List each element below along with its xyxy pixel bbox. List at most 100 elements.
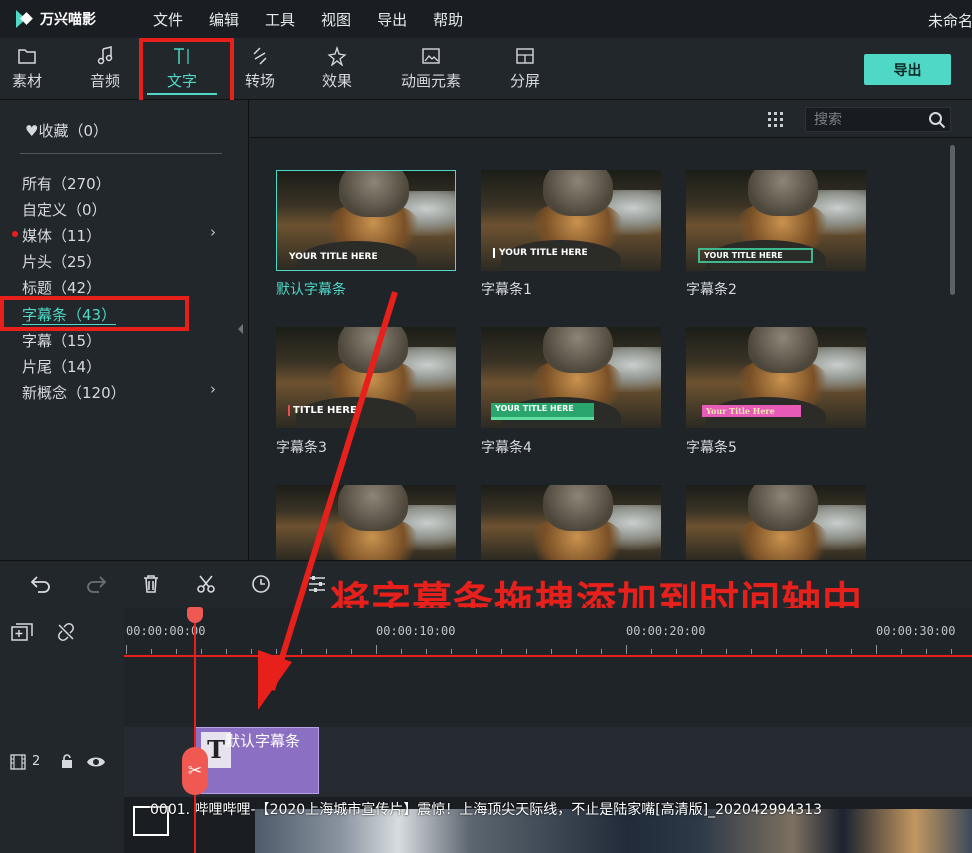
category-media[interactable]: 媒体（11） (22, 225, 101, 246)
template-thumb-5[interactable]: Your Title Here (686, 327, 866, 428)
undo-icon[interactable] (30, 574, 52, 598)
ruler-tick (351, 649, 352, 654)
template-thumb-3[interactable]: TITLE HERE (276, 327, 456, 428)
split-screen-icon (490, 44, 560, 68)
menu-export[interactable]: 导出 (364, 9, 420, 30)
add-track-icon[interactable] (11, 623, 35, 647)
category-label: 自定义（0） (22, 201, 107, 219)
thumb-caption: TITLE HERE (288, 405, 357, 416)
music-note-icon (70, 44, 140, 68)
app-window: 万兴喵影 文件 编辑 工具 视图 导出 帮助 未命名: 素材 音频 文字 转场 (0, 0, 972, 853)
export-button[interactable]: 导出 (864, 54, 951, 85)
menu-help[interactable]: 帮助 (420, 9, 476, 30)
favorites-label: 收藏（0） (38, 122, 108, 140)
ruler-tick (726, 649, 727, 654)
tab-label: 转场 (244, 72, 275, 90)
template-label: 字幕条3 (276, 440, 327, 456)
playhead-scissors-icon[interactable]: ✂ (182, 747, 208, 795)
search-icon[interactable] (928, 111, 946, 133)
category-custom[interactable]: 自定义（0） (22, 199, 107, 220)
eye-visibility-icon[interactable] (86, 754, 106, 773)
ruler-time-label: 00:00:10:00 (376, 624, 456, 638)
effects-sparkle-icon (302, 44, 372, 68)
collapse-panel-icon[interactable] (238, 324, 243, 334)
main-menu: 文件 编辑 工具 视图 导出 帮助 (140, 9, 476, 30)
menu-file[interactable]: 文件 (140, 9, 196, 30)
template-label: 字幕条5 (686, 440, 737, 456)
category-label: 新概念（120） (22, 384, 126, 402)
template-label: 字幕条1 (481, 282, 532, 298)
tab-split-screen[interactable]: 分屏 (490, 44, 560, 91)
category-label: 标题（42） (22, 279, 102, 297)
ruler-tick (201, 649, 202, 654)
tab-effects[interactable]: 效果 (302, 44, 372, 91)
category-subtitles[interactable]: 字幕（15） (22, 330, 101, 351)
ruler-tick (751, 649, 752, 654)
browser-scrollbar[interactable] (950, 145, 955, 295)
ruler-tick (576, 649, 577, 654)
video-clip-title: 0001. 哔哩哔哩-【2020上海城市宣传片】震惊！上海顶尖天际线，不止是陆家… (150, 802, 823, 818)
ruler-tick (851, 649, 852, 654)
heart-icon: ♥ (25, 122, 39, 140)
template-thumb-6[interactable] (276, 485, 456, 560)
speed-clock-icon[interactable] (251, 574, 271, 598)
chevron-right-icon[interactable]: › (210, 223, 216, 241)
chevron-right-icon[interactable]: › (210, 380, 216, 398)
template-thumb-default[interactable]: YOUR TITLE HERE (276, 170, 456, 271)
template-thumb-7[interactable] (481, 485, 661, 560)
delete-icon[interactable] (142, 574, 160, 598)
ruler-tick (951, 649, 952, 654)
tab-elements[interactable]: 动画元素 (396, 44, 466, 91)
category-label: 字幕（15） (22, 332, 102, 350)
template-thumb-4[interactable]: YOUR TITLE HERE (481, 327, 661, 428)
menu-edit[interactable]: 编辑 (196, 9, 252, 30)
template-label: 字幕条2 (686, 282, 737, 298)
category-label: 片头（25） (22, 253, 102, 271)
template-thumb-8[interactable] (686, 485, 866, 560)
playhead-line[interactable] (194, 622, 196, 853)
ruler-tick (801, 649, 802, 654)
timeline-ruler[interactable]: 00:00:00:00 00:00:10:00 00:00:20:00 00:0… (124, 608, 972, 656)
category-end-credits[interactable]: 片尾（14） (22, 356, 101, 377)
tab-media[interactable]: 素材 (0, 44, 62, 91)
ruler-tick (226, 649, 227, 654)
ruler-tick (126, 645, 127, 654)
title-clip[interactable]: T 默认字幕条 (194, 727, 319, 794)
tab-label: 素材 (11, 72, 42, 90)
split-scissors-icon[interactable] (196, 574, 216, 598)
search-box[interactable] (805, 107, 951, 132)
tab-label: 动画元素 (400, 72, 461, 90)
template-thumb-1[interactable]: YOUR TITLE HERE (481, 170, 661, 271)
ruler-tick (551, 649, 552, 654)
favorites-item[interactable]: ♥收藏（0） (25, 120, 108, 141)
tab-transition[interactable]: 转场 (225, 44, 295, 91)
adjust-sliders-icon[interactable] (307, 574, 327, 598)
ruler-tick (251, 649, 252, 654)
grid-view-icon[interactable] (768, 112, 784, 128)
category-all[interactable]: 所有（270） (22, 173, 111, 194)
ruler-tick (276, 649, 277, 654)
menu-view[interactable]: 视图 (308, 9, 364, 30)
sidebar-divider (20, 153, 222, 154)
search-input[interactable] (806, 108, 916, 131)
menu-bar: 万兴喵影 文件 编辑 工具 视图 导出 帮助 未命名: (0, 0, 972, 38)
timeline-track-empty[interactable] (124, 657, 972, 727)
highlight-box-lower-thirds (0, 296, 189, 331)
category-label: 所有（270） (22, 175, 111, 193)
ruler-tick (376, 645, 377, 654)
template-label: 字幕条4 (481, 440, 532, 456)
redo-icon[interactable] (85, 574, 107, 598)
unlink-icon[interactable] (56, 622, 76, 646)
ruler-tick (626, 645, 627, 654)
tab-audio[interactable]: 音频 (70, 44, 140, 91)
category-new-concept[interactable]: 新概念（120） (22, 382, 126, 403)
playhead-handle[interactable] (187, 607, 203, 623)
category-titles[interactable]: 标题（42） (22, 277, 101, 298)
menu-tools[interactable]: 工具 (252, 9, 308, 30)
template-thumb-2[interactable]: YOUR TITLE HERE (686, 170, 866, 271)
lock-icon[interactable] (60, 753, 74, 773)
app-name: 万兴喵影 (40, 12, 96, 28)
category-opener[interactable]: 片头（25） (22, 251, 101, 272)
template-browser: YOUR TITLE HERE 默认字幕条 YOUR TITLE HERE 字幕… (250, 100, 972, 560)
film-track-icon (10, 754, 26, 774)
